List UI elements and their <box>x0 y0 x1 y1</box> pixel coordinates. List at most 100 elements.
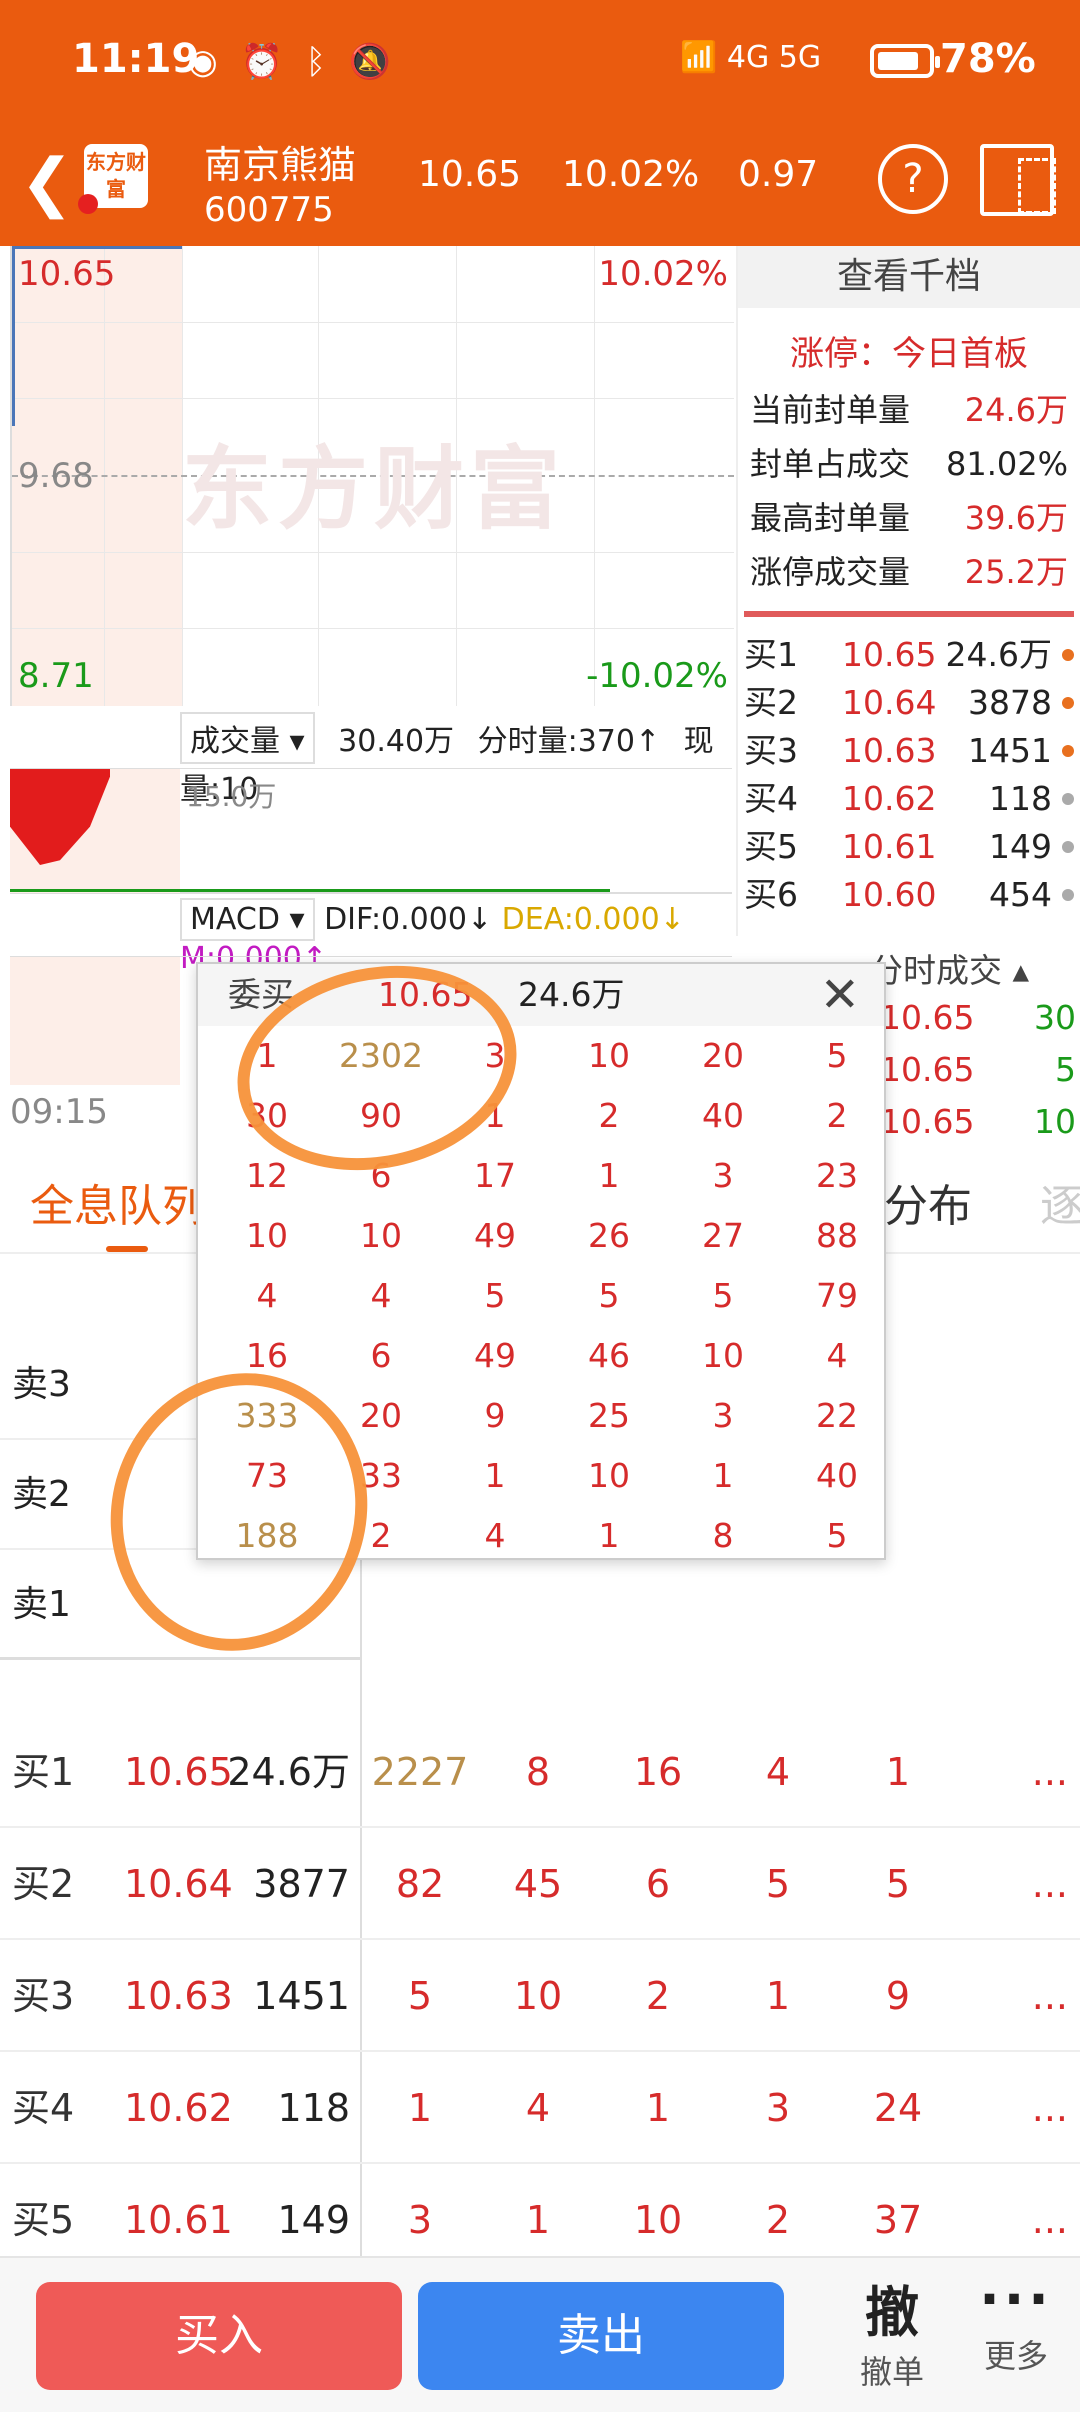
popup-cell: 23 <box>816 1156 858 1195</box>
tick-row: 10.65 30 <box>880 998 1080 1048</box>
ob-label: 买4 <box>744 779 798 818</box>
buy-label: 买1 <box>12 1750 75 1794</box>
buy-row[interactable]: 买4 10.62 118 1 4 1 3 24... <box>0 2052 1080 2164</box>
depth-panel: 查看千档 涨停：今日首板 当前封单量 24.6万 封单占成交 81.02% 最高封单… <box>736 246 1080 936</box>
watermark: 东方财富 <box>182 437 566 542</box>
more-cell: ... <box>1031 1862 1068 1906</box>
volume-total: 30.40万 <box>338 724 455 759</box>
tick-price: 10.65 <box>880 1050 975 1089</box>
sell-button[interactable]: 卖出 <box>418 2282 784 2390</box>
popup-cell: 46 <box>588 1336 630 1375</box>
ob-label: 买6 <box>744 875 798 914</box>
popup-cell: 4 <box>484 1516 506 1555</box>
queue-cell: 5 <box>407 1974 433 2018</box>
tick-volume: 10 <box>1034 1102 1076 1141</box>
tab-next[interactable]: 逐 <box>1040 1170 1080 1234</box>
volume-selector[interactable]: 成交量 ▾ <box>180 712 315 764</box>
order-book-row[interactable]: 买1 10.65 24.6万 <box>738 631 1080 679</box>
stat-row: 涨停成交量 25.2万 <box>738 545 1080 599</box>
nav-row: ❮ 东方财富 南京熊猫 600775 10.65 10.02% 0.97 ? <box>0 124 1080 246</box>
ob-label: 买2 <box>744 683 798 722</box>
queue-cell: 82 <box>395 1862 445 1906</box>
volume-timeshare: 分时量:370↑ <box>477 724 661 759</box>
order-book-row[interactable]: 买5 10.61 149 <box>738 823 1080 871</box>
macd-selector[interactable]: MACD ▾ <box>180 898 315 941</box>
help-icon[interactable]: ? <box>878 144 948 214</box>
queue-cell: 1 <box>765 1974 791 2018</box>
mute-icon: 🔕 <box>348 42 398 82</box>
popup-cell: 5 <box>598 1276 620 1315</box>
more-cell: ... <box>1031 1974 1068 2018</box>
queue-cell: 4 <box>765 1750 791 1794</box>
buy-row[interactable]: 买3 10.63 1451 5 10 2 1 9... <box>0 1940 1080 2052</box>
limit-status: 涨停：今日首板 <box>790 334 1028 374</box>
buy-qty: 1451 <box>253 1974 350 2018</box>
queue-cell: 45 <box>513 1862 563 1906</box>
popup-cell: 17 <box>474 1156 516 1195</box>
view-depth-button[interactable]: 查看千档 <box>738 246 1080 308</box>
more-button[interactable]: ··· 更多 <box>966 2268 1066 2377</box>
popup-cell: 88 <box>816 1216 858 1255</box>
chart-low: 8.71 <box>18 656 94 696</box>
tick-price: 10.65 <box>880 998 975 1037</box>
eye-icon: ◉ <box>188 42 224 82</box>
buy-row[interactable]: 买2 10.64 3877 82 45 6 5 5... <box>0 1828 1080 1940</box>
wifi-icon: 📶 <box>680 40 718 75</box>
chart-mid: 9.68 <box>18 456 94 496</box>
ob-label: 买1 <box>744 635 798 674</box>
buy-qty: 118 <box>277 2086 350 2130</box>
queue-cell: 1 <box>407 2086 433 2130</box>
header-price: 10.65 <box>418 154 522 195</box>
popup-cell: 10 <box>588 1456 630 1495</box>
header-change-pct: 10.02% <box>562 154 700 195</box>
back-icon[interactable]: ❮ <box>20 146 74 220</box>
tab-full-queue[interactable]: 全息队列 <box>30 1170 206 1234</box>
popup-cell: 2 <box>826 1096 848 1135</box>
stock-code: 600775 <box>204 190 334 230</box>
stat-value: 81.02% <box>945 445 1068 483</box>
buy-row[interactable]: 买1 10.65 24.6万 2227 8 16 4 1... <box>0 1716 1080 1828</box>
queue-cell: 9 <box>885 1974 911 2018</box>
close-icon[interactable]: ✕ <box>820 964 860 1026</box>
popup-cell: 79 <box>816 1276 858 1315</box>
tick-volume: 5 <box>1055 1050 1076 1089</box>
order-book-row[interactable]: 买3 10.63 1451 <box>738 727 1080 775</box>
app-logo: 东方财富 <box>78 144 148 214</box>
ob-qty: 118 <box>989 779 1052 818</box>
dot-icon <box>1062 649 1074 661</box>
more-icon: ··· <box>979 2268 1053 2331</box>
split-screen-icon[interactable] <box>980 144 1056 216</box>
status-bar: 11:19 ◉ ⏰ ᛒ 🔕 📶 4G 5G 78% <box>0 0 1080 124</box>
ob-price: 10.65 <box>842 635 937 674</box>
queue-cell: 1 <box>645 2086 671 2130</box>
order-book-row[interactable]: 买2 10.64 3878 <box>738 679 1080 727</box>
queue-cell: 24 <box>873 2086 923 2130</box>
battery-percent: 78% <box>940 36 1036 82</box>
queue-cell: 6 <box>645 1862 671 1906</box>
stat-value: 39.6万 <box>964 499 1068 537</box>
popup-qty: 24.6万 <box>518 975 625 1014</box>
cancel-order-button[interactable]: 撤 撤单 <box>842 2268 942 2393</box>
popup-cell: 40 <box>702 1096 744 1135</box>
popup-cell: 5 <box>712 1276 734 1315</box>
popup-row: 4 4 5 5 5 79 <box>198 1276 888 1336</box>
macd-shade <box>10 957 180 1085</box>
macd-dea: DEA:0.000↓ <box>501 902 685 937</box>
stock-name: 南京熊猫 <box>204 143 357 187</box>
timeshare-chart[interactable]: 东方财富 10.65 9.68 8.71 10.02% -10.02% <box>10 246 734 706</box>
popup-cell: 1 <box>598 1156 620 1195</box>
dot-icon <box>1062 697 1074 709</box>
ob-qty: 454 <box>989 875 1052 914</box>
order-book-row[interactable]: 买4 10.62 118 <box>738 775 1080 823</box>
buy-button[interactable]: 买入 <box>36 2282 402 2390</box>
sell-label: 卖2 <box>12 1474 71 1515</box>
volume-chart[interactable]: 15.0万 <box>10 768 732 894</box>
tab-distribution[interactable]: 分布 <box>884 1170 972 1234</box>
buy-price: 10.62 <box>124 2086 233 2130</box>
order-book-row[interactable]: 买6 10.60 454 <box>738 871 1080 919</box>
stat-row: 最高封单量 39.6万 <box>738 491 1080 545</box>
popup-cell: 4 <box>826 1336 848 1375</box>
ticks-toggle[interactable]: 分时成交 ▴ <box>870 944 1029 992</box>
volume-baseline <box>10 889 610 892</box>
popup-cell: 9 <box>484 1396 506 1435</box>
